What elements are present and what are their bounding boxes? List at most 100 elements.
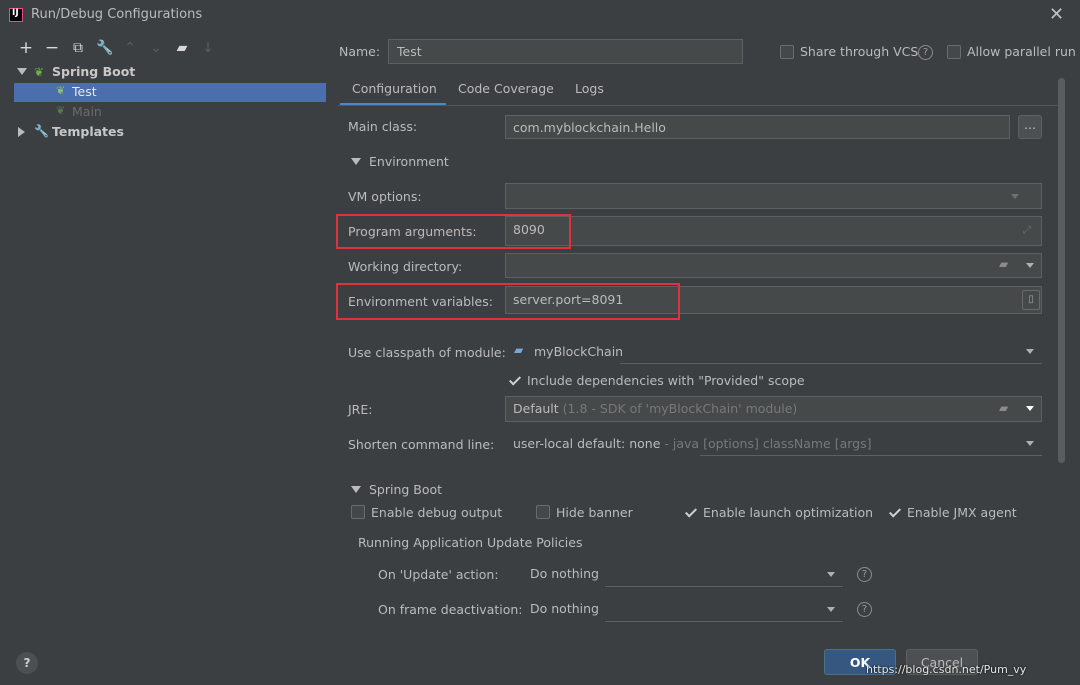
collapse-arrow-icon[interactable] (18, 127, 25, 137)
main-class-label: Main class: (348, 119, 418, 134)
jre-value: Default (1.8 - SDK of 'myBlockChain' mod… (513, 401, 798, 416)
close-icon[interactable]: ✕ (1049, 4, 1064, 25)
dropdown-arrow-icon[interactable] (1026, 406, 1034, 411)
spring-boot-icon: ❦ (34, 65, 45, 79)
launch-opt-label: Enable launch optimization (703, 505, 874, 520)
on-update-dropdown[interactable]: Do nothing (525, 562, 843, 587)
dropdown-arrow-icon[interactable] (1026, 263, 1034, 268)
tab-configuration[interactable]: Configuration (340, 78, 446, 106)
jmx-agent-label: Enable JMX agent (907, 505, 1017, 520)
browse-button[interactable]: ... (1018, 115, 1042, 139)
share-checkbox[interactable] (780, 45, 794, 59)
spring-boot-toggle-icon[interactable] (351, 486, 361, 493)
include-deps-checkbox[interactable] (507, 373, 521, 387)
tree-node-templates[interactable]: 🔧 Templates (14, 124, 324, 142)
folder-icon[interactable]: ▰ (999, 257, 1008, 271)
help-icon[interactable]: ? (918, 45, 933, 60)
title-bar: IJ Run/Debug Configurations ✕ (0, 0, 1080, 30)
include-deps-label: Include dependencies with "Provided" sco… (527, 373, 805, 388)
vm-options-field[interactable] (505, 183, 1042, 209)
sort-icon[interactable]: ↓ (200, 40, 216, 56)
config-icon: ❦ (56, 104, 66, 117)
expand-field-icon[interactable]: ⤢ (1023, 225, 1031, 236)
tree-item-main[interactable]: ❦ Main (14, 103, 324, 122)
help-button[interactable]: ? (16, 652, 38, 674)
window-title: Run/Debug Configurations (31, 7, 203, 22)
classpath-dropdown[interactable]: ▰ myBlockChain (505, 339, 1042, 364)
program-args-field[interactable]: 8090 ⤢ (505, 216, 1042, 246)
help-label: ? (23, 656, 31, 670)
tab-label: Configuration (352, 81, 437, 96)
name-value: Test (397, 44, 422, 59)
environment-toggle-icon[interactable] (351, 158, 361, 165)
parallel-label: Allow parallel run (967, 44, 1076, 59)
highlight-env-vars (336, 283, 680, 320)
main-class-field[interactable]: com.myblockchain.Hello (505, 115, 1010, 139)
on-update-value: Do nothing (530, 566, 599, 581)
tree-node-spring-boot[interactable]: ❦ Spring Boot (14, 64, 324, 82)
tab-code-coverage[interactable]: Code Coverage (450, 78, 558, 106)
tab-divider (338, 105, 1058, 106)
main-class-value: com.myblockchain.Hello (513, 120, 666, 135)
help-icon[interactable]: ? (857, 567, 872, 582)
tree-label-templates: Templates (52, 124, 124, 139)
browse-label: ... (1024, 117, 1036, 132)
help-icon[interactable]: ? (857, 602, 872, 617)
tab-label: Code Coverage (458, 81, 554, 96)
jre-label: JRE: (348, 402, 373, 417)
dropdown-arrow-icon[interactable] (827, 607, 835, 612)
name-field[interactable]: Test (388, 39, 743, 64)
dropdown-arrow-icon[interactable] (827, 572, 835, 577)
watermark: https://blog.csdn.net/Pum_vy (866, 663, 1027, 676)
on-frame-value: Do nothing (530, 601, 599, 616)
shorten-label: Shorten command line: (348, 437, 495, 452)
scrollbar[interactable] (1058, 78, 1065, 463)
field-underline (700, 455, 1042, 456)
env-vars-browse-icon[interactable]: ▯ (1022, 290, 1040, 310)
hide-banner-checkbox[interactable] (536, 505, 550, 519)
working-dir-field[interactable]: ▰ (505, 253, 1042, 278)
launch-opt-checkbox[interactable] (683, 505, 697, 519)
tree-label-spring-boot: Spring Boot (52, 64, 136, 79)
debug-output-label: Enable debug output (371, 505, 503, 520)
parallel-checkbox[interactable] (947, 45, 961, 59)
tree-item-test[interactable]: ❦ Test (14, 83, 326, 102)
new-folder-icon[interactable]: ▰ (174, 40, 190, 56)
hide-banner-label: Hide banner (556, 505, 633, 520)
dropdown-arrow-icon[interactable] (1026, 349, 1034, 354)
jre-dropdown[interactable]: Default (1.8 - SDK of 'myBlockChain' mod… (505, 396, 1042, 422)
expand-icon[interactable] (1011, 194, 1019, 199)
move-down-icon[interactable]: ⌄ (148, 40, 164, 56)
wrench-icon: 🔧 (34, 124, 49, 138)
name-label: Name: (339, 44, 381, 59)
policies-title: Running Application Update Policies (358, 535, 583, 550)
remove-icon[interactable]: − (44, 40, 60, 57)
classpath-value: myBlockChain (534, 344, 624, 359)
config-icon: ❦ (56, 84, 66, 97)
shorten-value: user-local default: none - java [options… (513, 436, 872, 451)
jmx-agent-checkbox[interactable] (887, 505, 901, 519)
on-frame-dropdown[interactable]: Do nothing (525, 597, 843, 622)
folder-icon[interactable]: ▰ (999, 401, 1008, 415)
field-underline (605, 621, 843, 622)
shorten-dropdown[interactable]: user-local default: none - java [options… (505, 431, 1042, 456)
vm-options-label: VM options: (348, 189, 422, 204)
copy-icon[interactable]: ⧉ (70, 40, 86, 56)
debug-output-checkbox[interactable] (351, 505, 365, 519)
on-update-label: On 'Update' action: (378, 567, 499, 582)
dropdown-arrow-icon[interactable] (1026, 441, 1034, 446)
tab-label: Logs (575, 81, 604, 96)
tab-logs[interactable]: Logs (565, 78, 615, 106)
add-icon[interactable]: + (18, 40, 34, 57)
move-up-icon[interactable]: ⌃ (122, 40, 138, 56)
tree-label-test: Test (72, 84, 97, 99)
expand-arrow-icon[interactable] (17, 68, 27, 75)
spring-boot-section-label[interactable]: Spring Boot (369, 482, 442, 497)
on-frame-label: On frame deactivation: (378, 602, 523, 617)
intellij-logo-icon: IJ (9, 8, 23, 22)
wrench-icon[interactable]: 🔧 (96, 40, 113, 56)
classpath-label: Use classpath of module: (348, 345, 506, 360)
environment-label[interactable]: Environment (369, 154, 449, 169)
tree-label-main: Main (72, 104, 102, 119)
module-folder-icon: ▰ (514, 343, 524, 357)
